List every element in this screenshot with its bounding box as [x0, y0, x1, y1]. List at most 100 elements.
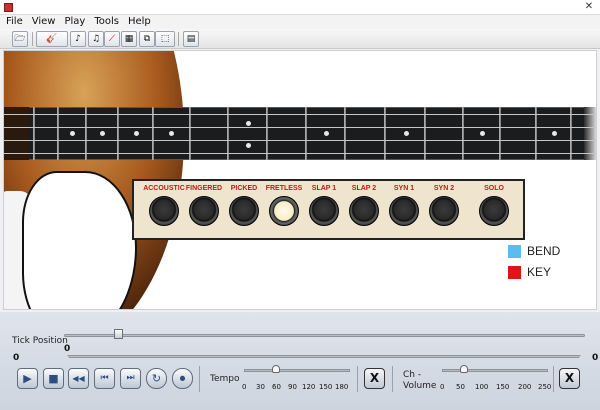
volume-tick: 100 — [475, 383, 489, 391]
skip-forward-button[interactable]: ⏭ — [120, 368, 141, 389]
preset-knob[interactable] — [389, 196, 419, 226]
settings-icon: ▤ — [186, 34, 196, 44]
grid-button[interactable]: ▦ — [121, 31, 137, 47]
range-start-thumb[interactable] — [60, 351, 70, 360]
preset-knob[interactable] — [149, 196, 179, 226]
preset-knob[interactable] — [309, 196, 339, 226]
tempo-tick: 120 — [302, 383, 316, 391]
preset-knob[interactable] — [479, 196, 509, 226]
string-4 — [4, 153, 596, 154]
preset-solo[interactable]: SOLO — [472, 185, 516, 226]
menu-view[interactable]: View — [32, 15, 56, 29]
play-button[interactable]: ▶ — [17, 368, 38, 389]
string-2 — [4, 127, 596, 128]
tempo-separator — [357, 366, 358, 392]
playback-controls — [0, 312, 600, 410]
preset-fretless[interactable]: FRETLESS — [262, 185, 306, 226]
channel-volume-thumb[interactable] — [460, 365, 468, 373]
selection-button[interactable]: ⬚ — [155, 31, 175, 47]
skip-back-button[interactable]: ⏮ — [94, 368, 115, 389]
preset-knob[interactable] — [349, 196, 379, 226]
string-1 — [4, 114, 596, 115]
preset-slap-1[interactable]: SLAP 1 — [302, 185, 346, 226]
preset-label: ACCOUSTIC — [143, 185, 185, 192]
play-icon: ▶ — [23, 372, 32, 385]
fret-inlay — [552, 131, 557, 136]
settings-button[interactable]: ▤ — [183, 31, 199, 47]
tempo-thumb[interactable] — [272, 365, 280, 373]
preset-knob[interactable] — [429, 196, 459, 226]
tick-position-slider[interactable] — [64, 334, 585, 337]
range-min-label: 0 — [13, 353, 20, 363]
metronome-button[interactable]: ⟋ — [104, 31, 120, 47]
tick-position-label: Tick Position — [12, 336, 68, 346]
preset-syn-2[interactable]: SYN 2 — [422, 185, 466, 226]
copy-button[interactable]: ⧉ — [139, 31, 155, 47]
range-end-thumb[interactable] — [578, 351, 588, 360]
preset-knob[interactable] — [229, 196, 259, 226]
volume-tick: 150 — [496, 383, 510, 391]
stop-button[interactable]: ■ — [43, 368, 64, 389]
volume-tick: 50 — [456, 383, 465, 391]
legend-key-label: KEY — [527, 265, 552, 279]
tempo-slider[interactable] — [244, 369, 350, 372]
tempo-label: Tempo — [210, 374, 240, 384]
volume-reset-button[interactable]: X — [559, 368, 580, 389]
preset-knob[interactable] — [189, 196, 219, 226]
guitar-view-button[interactable]: 🎸 — [36, 31, 68, 47]
key-swatch — [508, 265, 521, 279]
preset-label: SOLO — [484, 185, 504, 192]
fret-inlay — [404, 131, 409, 136]
preset-syn-1[interactable]: SYN 1 — [382, 185, 426, 226]
tuner-button[interactable]: ♪ — [70, 31, 86, 47]
close-window-button[interactable]: ✕ — [582, 1, 596, 13]
preset-slap-2[interactable]: SLAP 2 — [342, 185, 386, 226]
loop-button[interactable]: ↻ — [146, 368, 167, 389]
transport-separator — [199, 366, 200, 392]
app-icon — [4, 3, 13, 12]
fretboard-view: ACCOUSTIC FINGERED PICKED FRETLESS SLAP … — [3, 50, 597, 310]
open-file-icon: 🗁 — [14, 34, 26, 44]
legend-key: KEY — [508, 265, 551, 279]
range-slider[interactable] — [64, 355, 584, 358]
menu-tools[interactable]: Tools — [94, 15, 119, 29]
menu-play[interactable]: Play — [64, 15, 85, 29]
music-note-button[interactable]: ♫ — [88, 31, 104, 47]
fret-inlay — [70, 131, 75, 136]
volume-label-line2: Volume — [403, 381, 437, 391]
tempo-tick: 90 — [288, 383, 297, 391]
preset-label: FRETLESS — [265, 185, 303, 192]
skip-back-icon: ⏮ — [100, 373, 109, 383]
guitar-icon: 🎸 — [46, 34, 58, 44]
record-button[interactable]: ⏺ — [172, 368, 193, 389]
tick-position-thumb[interactable] — [114, 329, 123, 339]
menu-help[interactable]: Help — [128, 15, 151, 29]
toolbar: 🗁 🎸 ♪ ♫ ⟋ ▦ ⧉ ⬚ ▤ — [0, 29, 600, 49]
open-file-button[interactable]: 🗁 — [12, 31, 28, 47]
tempo-reset-button[interactable]: X — [364, 368, 385, 389]
tempo-tick: 60 — [272, 383, 281, 391]
legend-bend: BEND — [508, 244, 560, 258]
menu-file[interactable]: File — [6, 15, 23, 29]
copy-icon: ⧉ — [143, 34, 151, 44]
preset-label: FINGERED — [185, 185, 223, 192]
tempo-tick: 30 — [256, 383, 265, 391]
fret-inlay — [324, 131, 329, 136]
preset-accoustic[interactable]: ACCOUSTIC — [142, 185, 186, 226]
preset-picked[interactable]: PICKED — [222, 185, 266, 226]
tempo-tick: 180 — [335, 383, 349, 391]
music-note-icon: ♫ — [91, 34, 101, 44]
rewind-button[interactable]: ◀◀ — [68, 368, 89, 389]
fret-inlay — [169, 131, 174, 136]
menu-bar: File View Play Tools Help — [0, 15, 600, 29]
fret-inlay — [246, 143, 251, 148]
loop-icon: ↻ — [151, 372, 162, 385]
preset-fingered[interactable]: FINGERED — [182, 185, 226, 226]
fret-inlay — [100, 131, 105, 136]
toolbar-separator — [32, 32, 33, 46]
grid-icon: ▦ — [124, 34, 134, 44]
channel-volume-slider[interactable] — [442, 369, 548, 372]
pickguard — [22, 171, 137, 309]
preset-knob-selected[interactable] — [269, 196, 299, 226]
volume-separator — [392, 366, 393, 392]
